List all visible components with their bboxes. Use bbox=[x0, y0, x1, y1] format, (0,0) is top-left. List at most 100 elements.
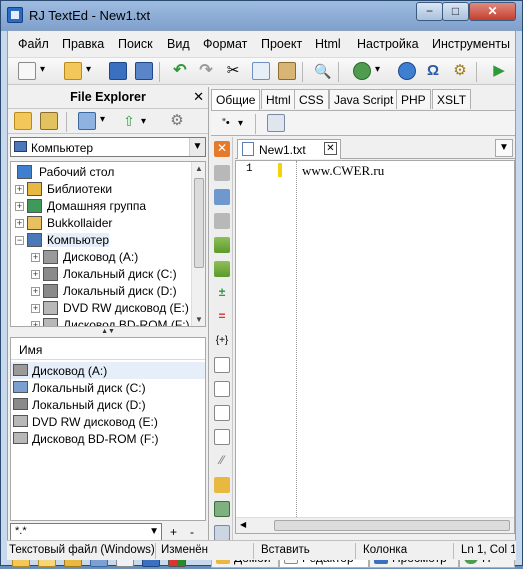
list-item[interactable]: Локальный диск (D:) bbox=[11, 396, 205, 413]
bookmark-next-icon[interactable] bbox=[214, 381, 230, 397]
open-folder-icon[interactable] bbox=[14, 112, 32, 130]
menu-project[interactable]: Проект bbox=[261, 37, 302, 51]
comment-icon[interactable]: ⁄⁄ bbox=[214, 453, 230, 469]
list-item-label: Дисковод (A:) bbox=[32, 364, 108, 378]
list-icon[interactable] bbox=[214, 525, 230, 541]
close-button[interactable]: ✕ bbox=[469, 2, 516, 21]
settings-icon[interactable]: ⚙ bbox=[168, 112, 186, 130]
column-header-name[interactable]: Имя bbox=[11, 338, 205, 360]
menu-file[interactable]: Файл bbox=[18, 37, 49, 51]
web-icon[interactable] bbox=[398, 62, 416, 80]
add-filter-button[interactable]: + bbox=[170, 525, 177, 539]
tree-item-label: Библиотеки bbox=[47, 182, 113, 196]
expand-icon[interactable]: + bbox=[31, 270, 40, 279]
file-explorer-close-icon[interactable]: ✕ bbox=[193, 89, 204, 105]
highlighter-icon[interactable] bbox=[214, 477, 230, 493]
menu-html[interactable]: Html bbox=[315, 37, 341, 51]
menu-edit[interactable]: Правка bbox=[62, 37, 104, 51]
app-icon[interactable] bbox=[7, 7, 23, 23]
bookmark-prev-icon[interactable] bbox=[214, 405, 230, 421]
scroll-thumb[interactable] bbox=[274, 520, 510, 531]
expand-icon[interactable]: + bbox=[15, 202, 24, 211]
remove-line-icon[interactable]: = bbox=[214, 309, 230, 325]
expand-icon[interactable]: + bbox=[31, 287, 40, 296]
close-tab-icon[interactable]: ✕ bbox=[324, 142, 337, 155]
tab-php[interactable]: PHP bbox=[396, 89, 431, 109]
tab-html[interactable]: Html bbox=[261, 89, 296, 109]
location-select[interactable]: Компьютер ▼ bbox=[10, 137, 206, 157]
spreadsheet-icon[interactable] bbox=[214, 501, 230, 517]
expand-icon[interactable]: + bbox=[31, 253, 40, 262]
folder-icon bbox=[43, 318, 58, 326]
minimize-button[interactable]: − bbox=[416, 2, 443, 21]
horizontal-scrollbar[interactable]: ◀ bbox=[236, 517, 514, 533]
document-tab[interactable]: New1.txt ✕ bbox=[237, 139, 341, 159]
expand-icon[interactable]: + bbox=[31, 321, 40, 326]
expand-icon[interactable]: + bbox=[15, 185, 24, 194]
add-line-icon[interactable]: ± bbox=[214, 285, 230, 301]
braces-icon[interactable]: {+} bbox=[214, 333, 230, 349]
list-item[interactable]: Локальный диск (C:) bbox=[11, 379, 205, 396]
list-item[interactable]: DVD RW дисковод (E:) bbox=[11, 413, 205, 430]
up-folder-icon[interactable]: ⇧ bbox=[120, 112, 146, 131]
view-mode-icon[interactable] bbox=[78, 112, 105, 130]
save-all-icon[interactable] bbox=[135, 62, 153, 80]
tree-scrollbar[interactable]: ▲ ▼ bbox=[191, 162, 205, 326]
omega-icon[interactable]: Ω bbox=[424, 62, 442, 80]
folder-favorite-icon[interactable] bbox=[40, 112, 58, 130]
code-editor[interactable]: 1 www.CWER.ru ◀ bbox=[235, 160, 515, 534]
list-item[interactable]: Дисковод (A:) bbox=[11, 362, 205, 379]
redo-icon[interactable]: ↷ bbox=[197, 62, 215, 80]
tab-javascript[interactable]: Java Script bbox=[329, 89, 399, 109]
tab-xslt[interactable]: XSLT bbox=[432, 89, 472, 109]
undo-icon[interactable]: ↶ bbox=[171, 62, 189, 80]
tab-general[interactable]: Общие bbox=[211, 89, 261, 110]
browser-preview-icon[interactable] bbox=[353, 62, 380, 80]
scroll-thumb[interactable] bbox=[194, 178, 204, 268]
open-folder-icon[interactable] bbox=[64, 62, 91, 80]
status-file-type: Текстовый файл (Windows) bbox=[9, 544, 155, 556]
save-icon[interactable] bbox=[109, 62, 127, 80]
menu-search[interactable]: Поиск bbox=[118, 37, 153, 51]
close-doc-icon[interactable]: ✕ bbox=[214, 141, 230, 157]
code-line[interactable]: www.CWER.ru bbox=[302, 163, 384, 179]
panel-splitter[interactable]: ▲▼ bbox=[8, 328, 208, 335]
expand-icon[interactable]: + bbox=[15, 219, 24, 228]
insert-block-icon[interactable] bbox=[267, 114, 285, 132]
scroll-down-icon[interactable]: ▼ bbox=[195, 315, 203, 324]
indent-icon[interactable] bbox=[214, 237, 230, 253]
bookmark-clear-icon[interactable] bbox=[214, 429, 230, 445]
paste-icon[interactable] bbox=[278, 62, 296, 80]
copy-icon[interactable] bbox=[252, 62, 270, 80]
run-icon[interactable]: ▶ bbox=[490, 62, 508, 80]
scroll-left-icon[interactable]: ◀ bbox=[240, 520, 246, 529]
tree-item-label: Bukkollaider bbox=[47, 216, 113, 230]
menu-settings[interactable]: Настройка bbox=[357, 37, 419, 51]
maximize-button[interactable]: □ bbox=[442, 2, 469, 21]
collapse-icon[interactable]: − bbox=[15, 236, 24, 245]
menu-format[interactable]: Формат bbox=[203, 37, 247, 51]
gear-icon[interactable]: ⚙ bbox=[451, 62, 469, 80]
page-icon[interactable] bbox=[214, 213, 230, 229]
quote-icon[interactable]: ‟• bbox=[217, 114, 243, 133]
document-list-dropdown[interactable]: ▼ bbox=[495, 139, 513, 157]
new-file-icon[interactable] bbox=[18, 62, 45, 80]
window-title: RJ TextEd - New1.txt bbox=[29, 8, 151, 23]
find-icon[interactable]: 🔍 bbox=[314, 62, 332, 80]
scroll-up-icon[interactable]: ▲ bbox=[195, 164, 203, 173]
bookmark-icon[interactable] bbox=[214, 357, 230, 373]
chevron-down-icon[interactable]: ▼ bbox=[149, 526, 159, 537]
unindent-icon[interactable] bbox=[214, 261, 230, 277]
menu-tools[interactable]: Инструменты bbox=[432, 37, 510, 51]
menu-view[interactable]: Вид bbox=[167, 37, 190, 51]
expand-icon[interactable]: + bbox=[31, 304, 40, 313]
document-gray-icon[interactable] bbox=[214, 165, 230, 181]
tab-css[interactable]: CSS bbox=[294, 89, 329, 109]
remove-filter-button[interactable]: - bbox=[190, 525, 194, 539]
cut-icon[interactable]: ✂ bbox=[224, 62, 242, 80]
list-item[interactable]: Дисковод BD-ROM (F:) bbox=[11, 430, 205, 447]
edit-pencil-icon[interactable] bbox=[214, 189, 230, 205]
chevron-down-icon[interactable]: ▼ bbox=[189, 138, 205, 156]
title-bar[interactable]: RJ TextEd - New1.txt − □ ✕ bbox=[1, 1, 522, 31]
gutter-separator bbox=[296, 161, 297, 517]
